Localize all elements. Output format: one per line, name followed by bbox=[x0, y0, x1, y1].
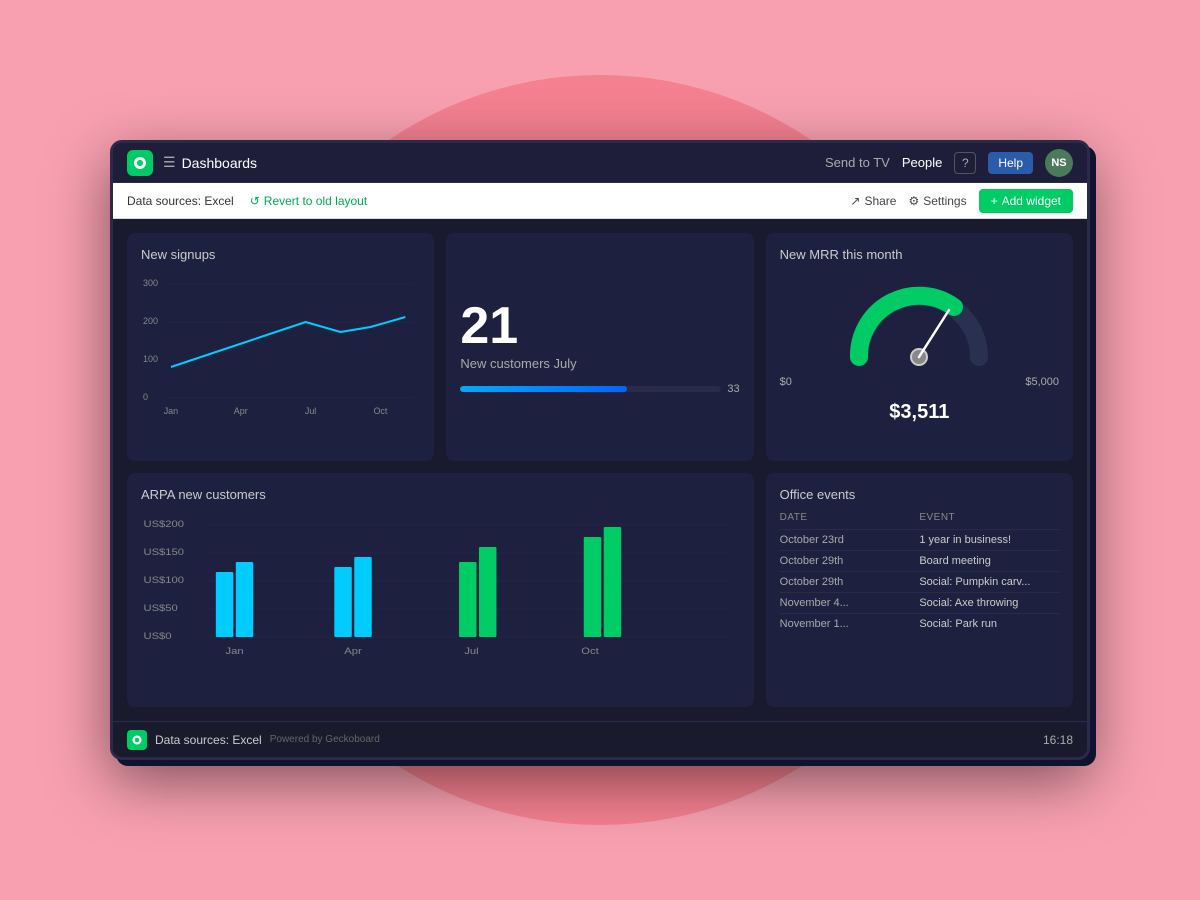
brand-logo bbox=[127, 150, 153, 176]
events-table: Date Event October 23rd 1 year in busine… bbox=[780, 512, 1059, 634]
help-button[interactable]: Help bbox=[988, 152, 1033, 174]
toolbar: Data sources: Excel ↺ Revert to old layo… bbox=[113, 183, 1087, 219]
gauge-container: $0 $5,000 $3,511 bbox=[780, 272, 1059, 426]
revert-icon: ↺ bbox=[250, 194, 260, 208]
event-row: November 1... Social: Park run bbox=[780, 613, 1059, 634]
revert-label: Revert to old layout bbox=[264, 194, 367, 208]
arpa-title: ARPA new customers bbox=[141, 487, 740, 502]
svg-text:Jul: Jul bbox=[305, 406, 316, 416]
svg-text:0: 0 bbox=[143, 392, 148, 402]
people-link[interactable]: People bbox=[902, 155, 942, 170]
footer-logo bbox=[127, 730, 147, 750]
gauge-max-label: $5,000 bbox=[1025, 376, 1059, 388]
event-name: Social: Park run bbox=[919, 618, 1059, 630]
event-date: October 29th bbox=[780, 576, 920, 588]
event-date: November 1... bbox=[780, 618, 920, 630]
widget-arpa: ARPA new customers US$200 US$150 US$100 … bbox=[127, 473, 754, 707]
svg-text:Oct: Oct bbox=[373, 406, 387, 416]
events-title: Office events bbox=[780, 487, 1059, 502]
customers-label: New customers July bbox=[460, 356, 739, 371]
event-name: Social: Axe throwing bbox=[919, 597, 1059, 609]
widget-mrr: New MRR this month $0 $5,000 $3,511 bbox=[766, 233, 1073, 461]
event-row: October 29th Social: Pumpkin carv... bbox=[780, 571, 1059, 592]
event-row: October 29th Board meeting bbox=[780, 550, 1059, 571]
customers-number: 21 bbox=[460, 300, 739, 352]
mrr-currency: $ bbox=[889, 401, 900, 423]
svg-text:US$150: US$150 bbox=[143, 548, 184, 558]
avatar[interactable]: NS bbox=[1045, 149, 1073, 177]
mrr-amount: 3,511 bbox=[900, 401, 949, 423]
progress-fill bbox=[460, 386, 627, 392]
event-row: November 4... Social: Axe throwing bbox=[780, 592, 1059, 613]
svg-text:Jul: Jul bbox=[464, 647, 478, 657]
mrr-title: New MRR this month bbox=[780, 247, 1059, 262]
svg-text:Apr: Apr bbox=[344, 647, 362, 657]
footer-powered: Powered by Geckoboard bbox=[270, 734, 380, 745]
events-header: Date Event bbox=[780, 512, 1059, 523]
help-icon-button[interactable]: ? bbox=[954, 152, 976, 174]
arpa-chart: US$200 US$150 US$100 US$50 US$0 bbox=[141, 512, 740, 672]
event-name: Social: Pumpkin carv... bbox=[919, 576, 1059, 588]
add-widget-label: Add widget bbox=[1002, 194, 1061, 208]
gauge-labels: $0 $5,000 bbox=[780, 376, 1059, 388]
progress-bar-container: 33 bbox=[460, 383, 739, 395]
signups-chart: 300 200 100 0 Jan Apr Jul Oct bbox=[141, 272, 420, 422]
svg-text:US$0: US$0 bbox=[143, 632, 171, 642]
svg-text:Jan: Jan bbox=[226, 647, 244, 657]
event-name: 1 year in business! bbox=[919, 534, 1059, 546]
svg-text:100: 100 bbox=[143, 354, 158, 364]
svg-text:300: 300 bbox=[143, 278, 158, 288]
send-to-tv-link[interactable]: Send to TV bbox=[825, 155, 890, 170]
footer: Data sources: Excel Powered by Geckoboar… bbox=[113, 721, 1087, 757]
share-button[interactable]: ↗ Share bbox=[850, 194, 896, 208]
navbar-title: Dashboards bbox=[182, 155, 825, 171]
revert-layout-link[interactable]: ↺ Revert to old layout bbox=[250, 194, 367, 208]
hamburger-icon[interactable]: ☰ bbox=[163, 154, 176, 171]
events-date-header: Date bbox=[780, 512, 920, 523]
add-widget-plus-icon: + bbox=[991, 194, 998, 208]
progress-bar bbox=[460, 386, 721, 392]
settings-button[interactable]: ⚙ Settings bbox=[908, 194, 966, 208]
footer-datasource: Data sources: Excel bbox=[155, 733, 262, 747]
main-content: New signups 300 200 100 0 Jan bbox=[113, 219, 1087, 721]
settings-label: Settings bbox=[923, 194, 966, 208]
signups-title: New signups bbox=[141, 247, 420, 262]
share-icon: ↗ bbox=[850, 194, 860, 208]
navbar: ☰ Dashboards Send to TV People ? Help NS bbox=[113, 143, 1087, 183]
event-date: October 29th bbox=[780, 555, 920, 567]
svg-text:US$100: US$100 bbox=[143, 576, 184, 586]
dashboard-window: ☰ Dashboards Send to TV People ? Help NS… bbox=[110, 140, 1090, 760]
widget-customers: 21 New customers July 33 bbox=[446, 233, 753, 461]
toolbar-right: ↗ Share ⚙ Settings + Add widget bbox=[850, 189, 1073, 213]
settings-icon: ⚙ bbox=[908, 194, 919, 208]
mrr-value: $3,511 bbox=[889, 392, 949, 426]
datasource-label: Data sources: Excel bbox=[127, 194, 234, 208]
event-date: October 23rd bbox=[780, 534, 920, 546]
progress-value: 33 bbox=[727, 383, 739, 395]
svg-text:US$200: US$200 bbox=[143, 520, 184, 530]
events-rows: October 23rd 1 year in business! October… bbox=[780, 529, 1059, 634]
svg-text:Apr: Apr bbox=[234, 406, 248, 416]
navbar-actions: Send to TV People ? Help NS bbox=[825, 149, 1073, 177]
events-event-header: Event bbox=[919, 512, 1059, 523]
footer-time: 16:18 bbox=[1043, 733, 1073, 747]
add-widget-button[interactable]: + Add widget bbox=[979, 189, 1073, 213]
svg-text:200: 200 bbox=[143, 316, 158, 326]
event-name: Board meeting bbox=[919, 555, 1059, 567]
svg-text:US$50: US$50 bbox=[143, 604, 178, 614]
gauge-min-label: $0 bbox=[780, 376, 792, 388]
widget-signups: New signups 300 200 100 0 Jan bbox=[127, 233, 434, 461]
svg-text:Jan: Jan bbox=[164, 406, 178, 416]
event-row: October 23rd 1 year in business! bbox=[780, 529, 1059, 550]
widget-events: Office events Date Event October 23rd 1 … bbox=[766, 473, 1073, 707]
event-date: November 4... bbox=[780, 597, 920, 609]
svg-text:Oct: Oct bbox=[581, 647, 599, 657]
share-label: Share bbox=[864, 194, 896, 208]
